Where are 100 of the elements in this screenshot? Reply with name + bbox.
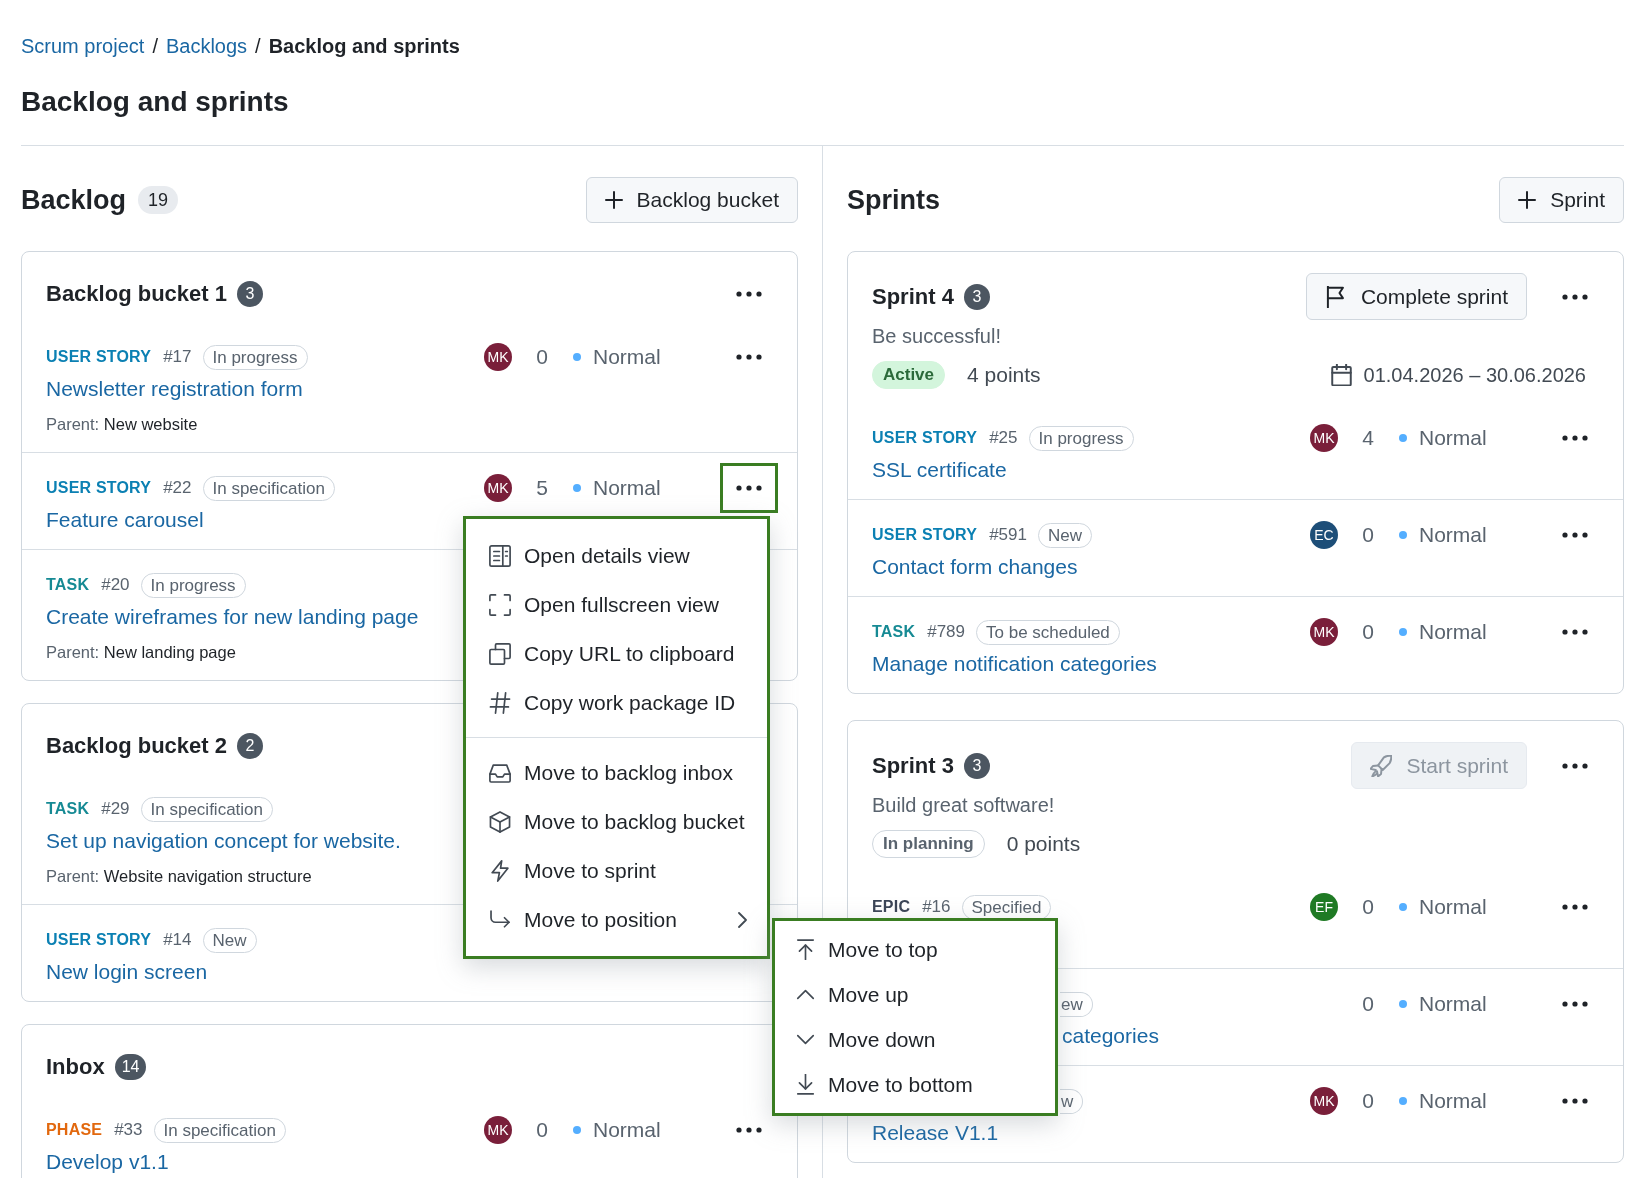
ellipsis-icon [1562, 763, 1588, 769]
count-badge: 3 [963, 753, 990, 779]
count-badge: 3 [236, 281, 263, 307]
menu-item[interactable]: Move up [775, 972, 1055, 1017]
avatar: MK [1310, 618, 1338, 646]
work-package-link[interactable]: Newsletter registration form [46, 374, 303, 403]
ellipsis-icon [736, 485, 762, 491]
priority-dot-icon [1399, 1000, 1407, 1008]
avatar: MK [484, 343, 512, 371]
work-package-number: #17 [163, 347, 192, 367]
story-points-total: 4 points [967, 363, 1041, 387]
section-title: Backlog [21, 184, 127, 217]
add-sprint-button[interactable]: Sprint [1499, 177, 1624, 223]
type-label: EPIC [872, 898, 911, 916]
priority-text: Normal [593, 476, 662, 500]
story-points: 4 [1361, 426, 1375, 450]
sprint-goal: Build great software! [872, 793, 1056, 818]
breadcrumb-link[interactable]: Backlogs [165, 32, 248, 60]
priority-text: Normal [1419, 523, 1488, 547]
complete-sprint-button[interactable]: Complete sprint [1305, 273, 1527, 320]
priority-text: Normal [1419, 1089, 1488, 1113]
priority-dot-icon [573, 484, 581, 492]
chevron-right-icon [738, 911, 747, 928]
lightning-icon [489, 859, 511, 882]
ellipsis-icon [736, 291, 762, 297]
parent-text: Parent: Website navigation structure [46, 866, 312, 887]
work-package-link[interactable]: Contact form changes [872, 552, 1078, 581]
ellipsis-icon [1562, 532, 1588, 538]
priority-text: Normal [1419, 426, 1488, 450]
calendar-icon [1330, 364, 1352, 386]
type-label: TASK [46, 800, 90, 818]
menu-item[interactable]: Move to backlog bucket [466, 797, 767, 846]
rocket-icon [1370, 754, 1393, 777]
menu-item[interactable]: Move to sprint [466, 846, 767, 895]
ellipsis-icon [1562, 1001, 1588, 1007]
work-package-number: #14 [163, 930, 192, 950]
ellipsis-icon [1562, 1098, 1588, 1104]
count-badge: 2 [236, 733, 263, 759]
plus-icon [1518, 191, 1537, 209]
sprint-status-pill: Active [872, 361, 946, 389]
work-package-number: #29 [101, 799, 130, 819]
priority-text: Normal [593, 1118, 662, 1142]
story-points: 0 [1361, 620, 1375, 644]
flag-icon [1324, 285, 1347, 308]
priority-dot-icon [1399, 531, 1407, 539]
type-label: USER STORY [46, 348, 152, 366]
work-package-link[interactable]: Develop v1.1 [46, 1147, 169, 1176]
count-badge: 14 [114, 1054, 147, 1080]
type-label: TASK [872, 623, 916, 641]
type-label: USER STORY [46, 931, 152, 949]
ellipsis-icon [1562, 629, 1588, 635]
story-points: 0 [1361, 523, 1375, 547]
work-package-link[interactable]: categories [1062, 1021, 1159, 1050]
work-package-link[interactable]: Create wireframes for new landing page [46, 602, 419, 631]
parent-text: Parent: New landing page [46, 642, 236, 663]
menu-item[interactable]: Move to top [775, 927, 1055, 972]
parent-text: Parent: New website [46, 414, 198, 435]
menu-item[interactable]: Open details view [466, 531, 767, 580]
menu-item[interactable]: Copy work package ID [466, 678, 767, 727]
card-title: Backlog bucket 2 [46, 732, 227, 760]
work-package-link[interactable]: New login screen [46, 957, 208, 986]
breadcrumb-separator: / [152, 34, 158, 59]
copy-icon [489, 642, 511, 665]
avatar: MK [484, 474, 512, 502]
work-package-link[interactable]: Release V1.1 [872, 1118, 999, 1147]
sprint-goal: Be successful! [872, 324, 1002, 349]
cube-icon [489, 810, 511, 833]
count-badge: 3 [963, 284, 990, 310]
card-title: Sprint 3 [872, 752, 954, 780]
section-title: Sprints [847, 184, 940, 217]
story-points: 5 [535, 476, 549, 500]
menu-item[interactable]: Open fullscreen view [466, 580, 767, 629]
breadcrumb-link[interactable]: Scrum project [21, 32, 145, 60]
story-points: 0 [1361, 1089, 1375, 1113]
work-package-link[interactable]: Feature carousel [46, 505, 204, 534]
work-package-number: #33 [114, 1120, 143, 1140]
story-points: 0 [1361, 992, 1375, 1016]
work-package-link[interactable]: SSL certificate [872, 455, 1007, 484]
menu-item[interactable]: Move to backlog inbox [466, 748, 767, 797]
plus-icon [604, 191, 623, 209]
priority-text: Normal [593, 345, 662, 369]
menu-item[interactable]: Copy URL to clipboard [466, 629, 767, 678]
priority-text: Normal [1419, 992, 1488, 1016]
story-points: 0 [1361, 895, 1375, 919]
card-title: Backlog bucket 1 [46, 280, 227, 308]
avatar: EF [1310, 893, 1338, 921]
work-package-link[interactable]: Manage notification categories [872, 649, 1157, 678]
breadcrumb-current[interactable]: Backlog and sprints [268, 32, 460, 60]
type-label: USER STORY [872, 526, 978, 544]
menu-item[interactable]: Move to bottom [775, 1062, 1055, 1107]
menu-item[interactable]: Move down [775, 1017, 1055, 1062]
type-label: TASK [46, 576, 90, 594]
add-bucket-button[interactable]: Backlog bucket [585, 177, 798, 223]
ellipsis-icon [736, 1127, 762, 1133]
work-package-link[interactable]: Set up navigation concept for website. [46, 826, 401, 855]
work-package-number: #25 [989, 428, 1018, 448]
work-package-number: #789 [927, 622, 965, 642]
work-package-number: #591 [989, 525, 1027, 545]
menu-item[interactable]: Move to position [466, 895, 767, 944]
avatar: MK [1310, 1087, 1338, 1115]
